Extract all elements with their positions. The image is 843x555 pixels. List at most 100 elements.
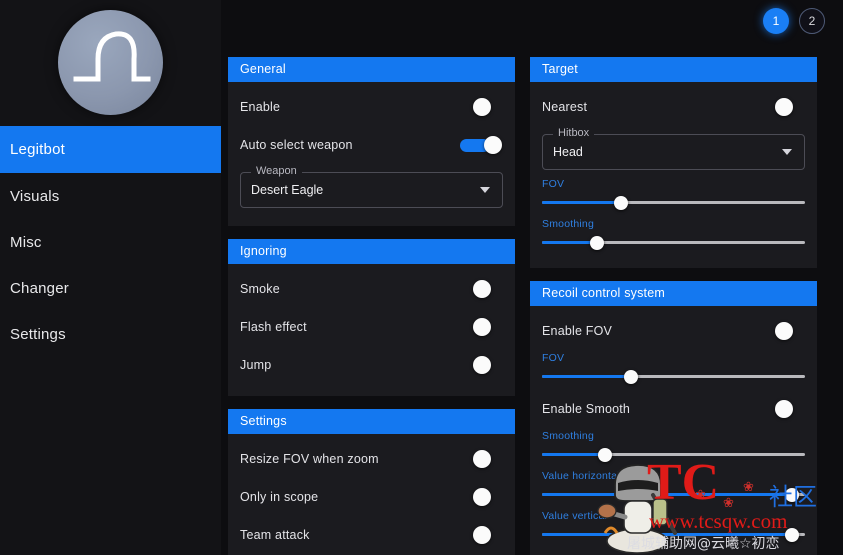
left-column: General Enable Auto select weapon Weapon…	[228, 57, 515, 555]
slider-thumb[interactable]	[624, 370, 639, 384]
toggle-team-attack[interactable]	[459, 525, 503, 545]
slider-recoil-smoothing[interactable]	[542, 448, 805, 462]
slider-thumb[interactable]	[613, 196, 628, 210]
toggle-knob	[775, 98, 793, 116]
toggle-nearest[interactable]	[761, 97, 805, 117]
sidebar-item-label: Misc	[10, 234, 42, 251]
row-nearest: Nearest	[542, 88, 805, 126]
row-flash-effect: Flash effect	[240, 308, 503, 346]
logo-container	[0, 0, 221, 124]
sidebar-item-legitbot[interactable]: Legitbot	[0, 126, 221, 173]
row-enable-smooth: Enable Smooth	[542, 390, 805, 428]
row-label: Flash effect	[240, 320, 307, 334]
page-button-2[interactable]: 2	[799, 8, 825, 34]
slider-fill	[542, 453, 606, 456]
slider-block-recoil-smoothing: Smoothing	[542, 428, 805, 468]
chevron-down-icon	[782, 149, 792, 155]
panel-settings-title: Settings	[228, 409, 515, 434]
row-team-attack: Team attack	[240, 516, 503, 554]
toggle-auto-select-weapon[interactable]	[459, 135, 503, 155]
sidebar-item-changer[interactable]: Changer	[0, 266, 221, 311]
slider-fill	[542, 375, 632, 378]
row-label: Enable Smooth	[542, 402, 631, 416]
toggle-jump[interactable]	[459, 355, 503, 375]
page-button-label: 1	[772, 14, 780, 28]
toggle-enable-fov[interactable]	[761, 321, 805, 341]
slider-target-smoothing[interactable]	[542, 236, 805, 250]
sidebar-item-misc[interactable]: Misc	[0, 220, 221, 265]
shark-fin-logo-icon	[58, 9, 163, 115]
slider-thumb[interactable]	[784, 528, 799, 542]
sidebar: Legitbot Visuals Misc Changer Settings	[0, 0, 221, 555]
slider-fill	[542, 493, 792, 496]
toggle-knob	[473, 450, 491, 468]
sidebar-item-visuals[interactable]: Visuals	[0, 174, 221, 219]
slider-value-horizontal[interactable]	[542, 488, 805, 502]
sidebar-item-label: Visuals	[10, 188, 60, 205]
toggle-enable[interactable]	[459, 97, 503, 117]
slider-label: Value horizontal	[542, 470, 620, 482]
row-label: Smoke	[240, 282, 280, 296]
panel-settings: Settings Resize FOV when zoom Only in sc…	[228, 409, 515, 555]
toggle-knob	[473, 488, 491, 506]
sidebar-item-label: Changer	[10, 280, 69, 297]
slider-block-value-horizontal: Value horizontal	[542, 468, 805, 508]
slider-recoil-fov[interactable]	[542, 370, 805, 384]
sidebar-item-settings[interactable]: Settings	[0, 312, 221, 357]
row-label: Only in scope	[240, 490, 319, 504]
panel-target-body: Nearest Hitbox Head FOV Smoothing	[530, 82, 817, 268]
app-window: Legitbot Visuals Misc Changer Settings 1…	[0, 0, 843, 555]
slider-thumb[interactable]	[590, 236, 605, 250]
panel-recoil-control-system: Recoil control system Enable FOV FOV Ena…	[530, 281, 817, 555]
panel-ignoring-body: Smoke Flash effect Jump	[228, 264, 515, 396]
select-weapon[interactable]: Weapon Desert Eagle	[240, 165, 503, 208]
row-enable: Enable	[240, 88, 503, 126]
row-label: Resize FOV when zoom	[240, 452, 379, 466]
panel-ignoring-title: Ignoring	[228, 239, 515, 264]
row-label: Auto select weapon	[240, 138, 353, 152]
row-label: Enable FOV	[542, 324, 613, 338]
panel-settings-body: Resize FOV when zoom Only in scope Team …	[228, 434, 515, 555]
toggle-smoke[interactable]	[459, 279, 503, 299]
slider-label: Smoothing	[542, 430, 594, 442]
toggle-enable-smooth[interactable]	[761, 399, 805, 419]
row-auto-select-weapon: Auto select weapon	[240, 126, 503, 164]
row-label: Team attack	[240, 528, 310, 542]
page-button-label: 2	[808, 14, 816, 28]
toggle-knob	[473, 356, 491, 374]
toggle-resize-fov-when-zoom[interactable]	[459, 449, 503, 469]
toggle-flash-effect[interactable]	[459, 317, 503, 337]
slider-fill	[542, 201, 621, 204]
toggle-knob	[484, 136, 502, 154]
slider-label: FOV	[542, 178, 565, 190]
panel-general-title: General	[228, 57, 515, 82]
select-weapon-legend: Weapon	[251, 165, 302, 177]
panel-ignoring: Ignoring Smoke Flash effect Jump	[228, 239, 515, 396]
row-smoke: Smoke	[240, 270, 503, 308]
slider-block-target-fov: FOV	[542, 176, 805, 216]
panel-columns: General Enable Auto select weapon Weapon…	[228, 57, 836, 555]
row-label: Nearest	[542, 100, 588, 114]
slider-label: FOV	[542, 352, 565, 364]
toggle-only-in-scope[interactable]	[459, 487, 503, 507]
slider-fill	[542, 533, 792, 536]
shark-fin-glyph	[73, 31, 150, 82]
select-hitbox[interactable]: Hitbox Head	[542, 127, 805, 170]
slider-label: Value vertical	[542, 510, 608, 522]
panel-general: General Enable Auto select weapon Weapon…	[228, 57, 515, 226]
slider-value-vertical[interactable]	[542, 528, 805, 542]
panel-recoil-title: Recoil control system	[530, 281, 817, 306]
select-weapon-value: Desert Eagle	[251, 183, 324, 197]
right-column: Target Nearest Hitbox Head FOV Smoothing…	[530, 57, 817, 555]
chevron-down-icon	[480, 187, 490, 193]
sidebar-nav: Legitbot Visuals Misc Changer Settings	[0, 126, 221, 357]
slider-thumb[interactable]	[784, 488, 799, 502]
toggle-knob	[775, 400, 793, 418]
select-hitbox-legend: Hitbox	[553, 127, 595, 139]
slider-target-fov[interactable]	[542, 196, 805, 210]
sidebar-item-label: Settings	[10, 326, 66, 343]
toggle-knob	[473, 318, 491, 336]
page-button-1[interactable]: 1	[763, 8, 789, 34]
slider-block-target-smoothing: Smoothing	[542, 216, 805, 256]
slider-thumb[interactable]	[598, 448, 613, 462]
